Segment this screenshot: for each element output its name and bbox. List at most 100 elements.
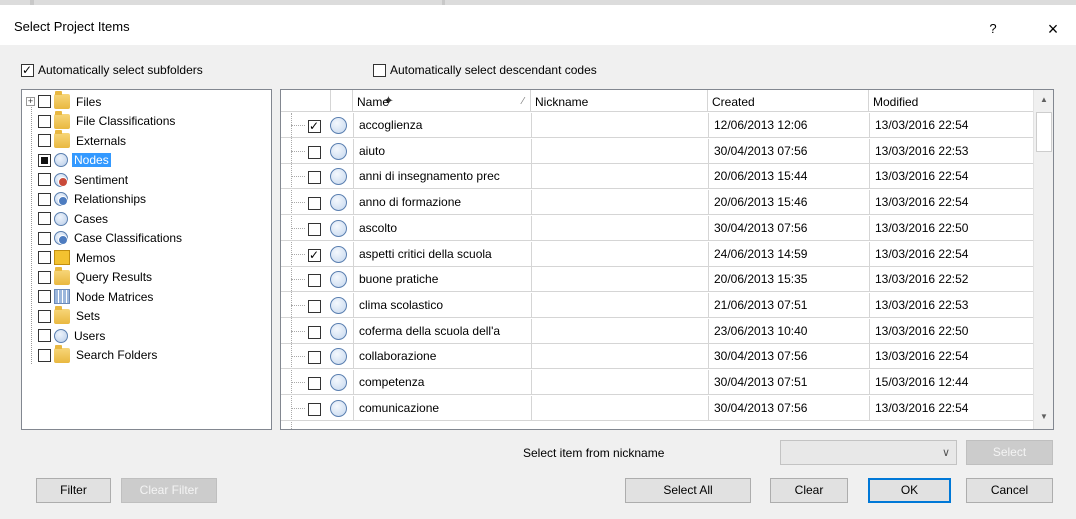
column-header-modified[interactable]: Modified bbox=[869, 90, 1033, 112]
tree-item-label: Node Matrices bbox=[76, 289, 154, 304]
tree-item-checkbox[interactable] bbox=[38, 114, 51, 128]
vertical-scrollbar[interactable]: ▲ ▼ bbox=[1033, 90, 1053, 429]
auto-select-subfolders-label: Automatically select subfolders bbox=[38, 63, 203, 77]
row-connector bbox=[291, 150, 305, 152]
row-checkbox[interactable] bbox=[308, 247, 321, 263]
row-checkbox[interactable] bbox=[308, 222, 321, 236]
cell-created: 20/06/2013 15:46 bbox=[708, 190, 869, 216]
tree-item-checkbox[interactable] bbox=[38, 95, 51, 108]
tree-item-checkbox[interactable] bbox=[38, 173, 51, 186]
select-button[interactable]: Select bbox=[966, 440, 1053, 465]
tree-item-checkbox[interactable] bbox=[38, 329, 51, 342]
sets-icon bbox=[54, 305, 70, 324]
column-header-created[interactable]: Created bbox=[708, 90, 869, 112]
tree-item-query-results[interactable]: Query Results bbox=[26, 266, 154, 287]
cell-nickname bbox=[531, 113, 708, 138]
auto-select-descendants-checkbox[interactable] bbox=[373, 63, 386, 77]
tree-item-nodes[interactable]: Nodes bbox=[26, 151, 111, 170]
cell-nickname bbox=[531, 318, 708, 344]
table-row[interactable]: aiuto 30/04/2013 07:56 13/03/2016 22:53 bbox=[281, 138, 1033, 164]
cancel-button[interactable]: Cancel bbox=[966, 478, 1053, 503]
cell-nickname bbox=[531, 138, 708, 164]
tree-item-checkbox[interactable] bbox=[38, 153, 51, 167]
scrollbar-thumb[interactable] bbox=[1036, 112, 1052, 152]
row-checkbox[interactable] bbox=[308, 145, 321, 159]
table-row[interactable]: anno di formazione 20/06/2013 15:46 13/03/… bbox=[281, 190, 1033, 216]
auto-select-subfolders-checkbox[interactable] bbox=[21, 62, 34, 78]
table-row[interactable]: ascolto 30/04/2013 07:56 13/03/2016 22:50 bbox=[281, 215, 1033, 241]
header-pin-col[interactable]: ✦ bbox=[331, 90, 394, 112]
table-row[interactable]: competenza 30/04/2013 07:51 15/03/2016 12:… bbox=[281, 370, 1033, 395]
cell-created: 30/04/2013 07:56 bbox=[708, 344, 869, 370]
auto-select-descendants-option[interactable]: Automatically select descendant codes bbox=[373, 63, 597, 77]
help-button[interactable]: ? bbox=[978, 14, 1008, 44]
cell-name: aiuto bbox=[353, 138, 531, 164]
row-checkbox[interactable] bbox=[308, 351, 321, 365]
ok-button[interactable]: OK bbox=[868, 478, 951, 503]
row-connector bbox=[291, 227, 305, 229]
table-row[interactable]: buone pratiche 20/06/2013 15:35 13/03/2016… bbox=[281, 267, 1033, 293]
expand-icon[interactable]: + bbox=[26, 97, 35, 106]
cell-name: anno di formazione bbox=[353, 190, 531, 216]
tree-item-checkbox[interactable] bbox=[38, 309, 51, 323]
items-grid[interactable]: ✦ Name ⁄ Nickname Created Modified accog… bbox=[280, 89, 1054, 430]
tree-item-checkbox[interactable] bbox=[38, 212, 51, 225]
tree-item-checkbox[interactable] bbox=[38, 348, 51, 362]
tree-item-relationships[interactable]: Relationships bbox=[26, 190, 148, 209]
node-icon bbox=[330, 296, 347, 314]
relationships-icon bbox=[54, 192, 68, 206]
sentiment-icon bbox=[54, 172, 68, 187]
cell-name: ascolto bbox=[353, 215, 531, 241]
tree-item-checkbox[interactable] bbox=[38, 290, 51, 303]
row-checkbox[interactable] bbox=[308, 325, 321, 339]
auto-select-subfolders-option[interactable]: Automatically select subfolders bbox=[21, 62, 203, 78]
cell-created: 30/04/2013 07:56 bbox=[708, 215, 869, 241]
tree-item-externals[interactable]: Externals bbox=[26, 130, 128, 150]
row-checkbox[interactable] bbox=[308, 402, 321, 416]
scroll-up-icon[interactable]: ▲ bbox=[1034, 91, 1053, 109]
row-checkbox[interactable] bbox=[308, 171, 321, 185]
row-checkbox[interactable] bbox=[308, 118, 321, 134]
row-checkbox[interactable] bbox=[308, 377, 321, 390]
nickname-dropdown[interactable]: ∨ bbox=[780, 440, 957, 465]
clear-filter-button[interactable]: Clear Filter bbox=[121, 478, 217, 503]
node-icon bbox=[330, 117, 347, 134]
tree-item-sets[interactable]: Sets bbox=[26, 305, 102, 326]
row-checkbox[interactable] bbox=[308, 299, 321, 313]
tree-item-search-folders[interactable]: Search Folders bbox=[26, 344, 159, 365]
table-row[interactable]: coferma della scuola dell'a 23/06/2013 10… bbox=[281, 318, 1033, 344]
tree-item-sentiment[interactable]: Sentiment bbox=[26, 170, 130, 189]
tree-item-checkbox[interactable] bbox=[38, 134, 51, 147]
column-header-nickname[interactable]: Nickname bbox=[531, 90, 708, 112]
row-connector bbox=[291, 304, 305, 306]
clear-button[interactable]: Clear bbox=[770, 478, 848, 503]
tree-item-checkbox[interactable] bbox=[38, 270, 51, 284]
tree-item-users[interactable]: Users bbox=[26, 326, 107, 345]
project-items-tree[interactable]: + Files File Classifications Externals Nodes… bbox=[21, 89, 272, 430]
select-all-button[interactable]: Select All bbox=[625, 478, 751, 503]
tree-item-files[interactable]: + Files bbox=[26, 91, 103, 111]
table-row[interactable]: comunicazione 30/04/2013 07:56 13/03/2016 … bbox=[281, 395, 1033, 421]
table-row[interactable]: anni di insegnamento prec 20/06/2013 15:4… bbox=[281, 164, 1033, 190]
tree-item-checkbox[interactable] bbox=[38, 192, 51, 206]
node-icon bbox=[330, 374, 347, 391]
tree-item-checkbox[interactable] bbox=[38, 231, 51, 245]
row-checkbox[interactable] bbox=[308, 274, 321, 288]
table-row[interactable]: accoglienza 12/06/2013 12:0613/03/2016 22… bbox=[281, 113, 1033, 138]
cell-modified: 13/03/2016 22:54 bbox=[869, 241, 1033, 267]
tree-item-cases[interactable]: Cases bbox=[26, 209, 110, 228]
nodes-icon bbox=[54, 153, 68, 167]
tree-item-case-classifications[interactable]: Case Classifications bbox=[26, 229, 184, 248]
column-header-name[interactable]: Name ⁄ bbox=[353, 90, 531, 112]
table-row[interactable]: aspetti critici della scuola 24/06/2013 1… bbox=[281, 241, 1033, 267]
close-button[interactable]: × bbox=[1035, 14, 1071, 44]
tree-item-checkbox[interactable] bbox=[38, 251, 51, 264]
filter-button[interactable]: Filter bbox=[36, 478, 111, 503]
row-checkbox[interactable] bbox=[308, 197, 321, 211]
tree-item-file-classifications[interactable]: File Classifications bbox=[26, 110, 177, 131]
tree-item-memos[interactable]: Memos bbox=[26, 248, 117, 267]
scroll-down-icon[interactable]: ▼ bbox=[1034, 408, 1053, 426]
table-row[interactable]: collaborazione 30/04/2013 07:56 13/03/2016… bbox=[281, 344, 1033, 370]
table-row[interactable]: clima scolastico 21/06/2013 07:51 13/03/20… bbox=[281, 292, 1033, 318]
tree-item-node-matrices[interactable]: Node Matrices bbox=[26, 287, 155, 306]
